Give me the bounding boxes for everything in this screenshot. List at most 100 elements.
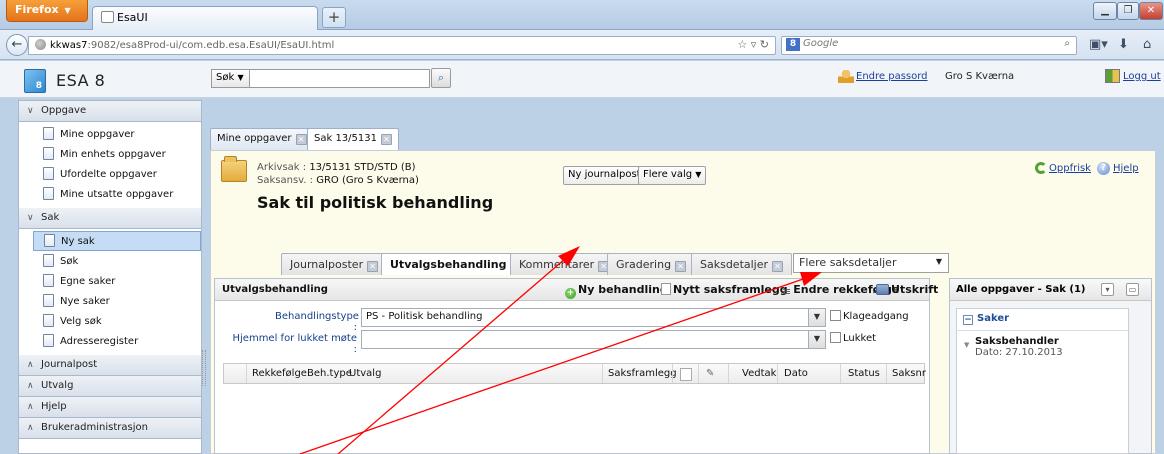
sidebar-item-mine-oppgaver[interactable]: Mine oppgaver: [33, 124, 201, 144]
sidebar-section-oppgave[interactable]: ∨ Oppgave: [19, 101, 201, 122]
tab-saksdetaljer[interactable]: Saksdetaljer ✕: [691, 253, 793, 275]
web-search-input[interactable]: 8 Google ⌕: [781, 36, 1077, 55]
url-path: :9082/esa8Prod-ui/com.edb.esa.EsaUI/EsaU…: [87, 40, 335, 51]
column-header-behtype[interactable]: Beh.type: [307, 368, 352, 379]
search-button[interactable]: ⌕: [431, 68, 451, 88]
group-label: Saker: [977, 313, 1010, 324]
sidebar-item-ny-sak[interactable]: Ny sak: [33, 231, 201, 251]
column-separator: [728, 364, 729, 383]
document-icon: [43, 127, 54, 140]
search-input[interactable]: [250, 69, 430, 88]
help-link[interactable]: Hjelp: [1113, 163, 1139, 174]
new-tab-button[interactable]: +: [322, 7, 346, 28]
checkbox-box[interactable]: [830, 332, 841, 343]
checkbox-box[interactable]: [830, 310, 841, 321]
search-type-value: Søk: [216, 72, 235, 83]
home-icon[interactable]: ⌂: [1143, 37, 1151, 52]
sidebar-section-sak[interactable]: ∨ Sak: [19, 208, 201, 229]
download-icon[interactable]: ⬇: [1118, 37, 1129, 52]
group-saker[interactable]: − Saker: [957, 309, 1128, 331]
back-button[interactable]: ←: [6, 34, 28, 56]
browser-nav-bar: ← kkwas7:9082/esa8Prod-ui/com.edb.esa.Es…: [0, 30, 1164, 60]
sidebar-item-mine-utsatte-oppgaver[interactable]: Mine utsatte oppgaver: [33, 184, 201, 204]
search-engine-name: Google: [803, 38, 839, 49]
new-treatment-button[interactable]: + Ny behandling: [565, 283, 668, 299]
close-tab-icon[interactable]: ✕: [381, 134, 392, 145]
collapse-panel-icon[interactable]: ▾: [1101, 283, 1114, 296]
tab-kommentarer[interactable]: Kommentarer ✕: [510, 253, 619, 275]
refresh-link[interactable]: Oppfrisk: [1049, 163, 1091, 174]
tab-gradering[interactable]: Gradering ✕: [607, 253, 696, 275]
logout-icon[interactable]: [1105, 69, 1120, 83]
sidebar-section-title: Sak: [41, 212, 60, 223]
sidebar-item-egne-saker[interactable]: Egne saker: [33, 271, 201, 291]
column-header-saksframlegg[interactable]: Saksframlegg: [608, 368, 677, 379]
sidebar-item-ufordelte-oppgaver[interactable]: Ufordelte oppgaver: [33, 164, 201, 184]
bookmarks-menu-icon[interactable]: ▣▾: [1089, 37, 1108, 52]
search-type-select[interactable]: Søk ▼: [211, 69, 250, 88]
collapse-group-icon[interactable]: −: [963, 315, 973, 325]
closed-checkbox[interactable]: Lukket: [830, 332, 876, 344]
column-header-status[interactable]: Status: [848, 368, 880, 379]
sidebar-item-sok[interactable]: Søk: [33, 251, 201, 271]
treatment-table-header: Rekkefølge Beh.type Utvalg Saksframlegg …: [223, 363, 926, 384]
maximize-panel-icon[interactable]: ▭: [1126, 283, 1139, 296]
column-header-saksnr[interactable]: Saksnr: [892, 368, 926, 379]
close-tab-icon[interactable]: ✕: [367, 261, 379, 272]
sidebar-item-adresseregister[interactable]: Adresseregister: [33, 331, 201, 351]
tab-label: Kommentarer: [519, 258, 595, 271]
close-window-button[interactable]: ✕: [1139, 2, 1163, 20]
close-tab-icon[interactable]: ✕: [295, 134, 307, 145]
sidebar-item-nye-saker[interactable]: Nye saker: [33, 291, 201, 311]
close-tab-icon[interactable]: ✕: [772, 261, 784, 272]
url-bar[interactable]: kkwas7:9082/esa8Prod-ui/com.edb.esa.EsaU…: [28, 36, 776, 55]
treatment-type-select[interactable]: PS - Politisk behandling ▼: [361, 308, 826, 327]
maximize-window-button[interactable]: ❐: [1117, 2, 1139, 20]
column-separator: [886, 364, 887, 383]
new-journal-post-button[interactable]: Ny journalpost: [563, 166, 646, 185]
print-button[interactable]: Utskrift: [876, 283, 938, 296]
appeal-access-checkbox[interactable]: Klageadgang: [830, 310, 909, 322]
archive-label: Arkivsak :: [257, 162, 307, 173]
expand-item-icon[interactable]: ▼: [964, 340, 969, 351]
tab-utvalgsbehandling[interactable]: Utvalgsbehandling✕: [381, 253, 531, 275]
column-header-vedtak[interactable]: Vedtak: [742, 368, 776, 379]
new-treatment-label: Ny behandling: [578, 283, 668, 296]
minimize-window-button[interactable]: ▁: [1093, 2, 1117, 20]
chevron-up-icon: ∧: [27, 402, 34, 412]
sidebar-resize-handle[interactable]: [202, 350, 206, 386]
app-header: 8 ESA 8 Søk ▼ ⌕ Endre passord Gro S Kvær…: [0, 61, 1164, 98]
tab-sak[interactable]: Sak 13/5131 ✕: [307, 128, 399, 151]
search-icon[interactable]: ⌕: [1064, 38, 1070, 49]
browser-tab[interactable]: EsaUI: [92, 6, 318, 30]
sidebar-item-min-enhets-oppgaver[interactable]: Min enhets oppgaver: [33, 144, 201, 164]
chevron-down-icon[interactable]: ▼: [808, 331, 825, 348]
more-choices-label: Flere valg: [643, 169, 693, 180]
sidebar-section-brukeradministrasjon[interactable]: ∧ Brukeradministrasjon: [19, 418, 201, 439]
document-icon: [680, 368, 692, 381]
print-label: Utskrift: [891, 283, 939, 296]
new-presentation-button[interactable]: Nytt saksframlegg: [661, 283, 788, 296]
close-tab-icon[interactable]: ✕: [675, 261, 687, 272]
sidebar-section-hjelp[interactable]: ∧ Hjelp: [19, 397, 201, 418]
sidebar-section-utvalg[interactable]: ∧ Utvalg: [19, 376, 201, 397]
column-header-dato[interactable]: Dato: [784, 368, 808, 379]
logout-link[interactable]: Logg ut: [1123, 71, 1161, 82]
column-header-utvalg[interactable]: Utvalg: [349, 368, 381, 379]
tab-mine-oppgaver[interactable]: Mine oppgaver ✕: [210, 128, 314, 150]
bookmark-star-icon[interactable]: ☆ ▿ ↻: [737, 38, 769, 51]
sidebar-section-title: Hjelp: [41, 401, 67, 412]
sidebar-section-journalpost[interactable]: ∧ Journalpost: [19, 355, 201, 376]
column-header-rekkefolge[interactable]: Rekkefølge: [252, 368, 307, 379]
chevron-down-icon[interactable]: ▼: [808, 309, 825, 326]
list-item[interactable]: ▼ Saksbehandler Dato: 27.10.2013: [957, 331, 1128, 358]
sidebar-item-velg-sok[interactable]: Velg søk: [33, 311, 201, 331]
closed-meeting-select[interactable]: ▼: [361, 330, 826, 349]
tab-journalposter[interactable]: Journalposter ✕: [281, 253, 388, 275]
firefox-menu-button[interactable]: Firefox ▼: [6, 0, 88, 22]
more-choices-button[interactable]: Flere valg ▼: [638, 166, 707, 185]
change-password-link[interactable]: Endre passord: [856, 71, 928, 82]
sidebar-list-sak: Ny sak Søk Egne saker Nye saker Velg søk…: [19, 229, 201, 355]
more-case-details-select[interactable]: Flere saksdetaljer ▼: [793, 253, 949, 273]
column-separator: [777, 364, 778, 383]
